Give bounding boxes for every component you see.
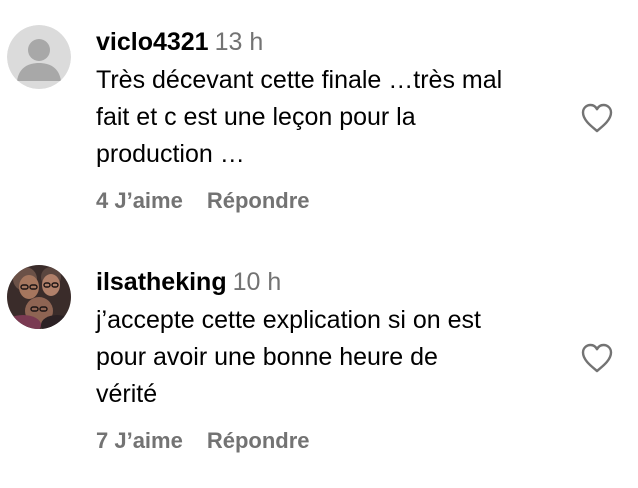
comment-timestamp: 10 h [232,268,282,296]
likes-count-link[interactable]: 4 J’aime [96,188,183,213]
comment-text-line: vérité [96,380,158,408]
profile-photo [7,265,71,329]
avatar[interactable] [7,25,71,89]
comment-text-line: pour avoir une bonne heure de [96,343,438,371]
comment-actions: 7 J’aime Répondre [96,428,310,454]
comment-text-line: fait et c est une leçon pour la [96,103,416,131]
username-link[interactable]: ilsatheking [96,268,227,296]
comment-body: viclo4321 13 h Très décevant cette finale… [96,22,576,173]
reply-button[interactable]: Répondre [207,428,310,453]
comment-header: viclo4321 13 h [96,22,576,62]
heart-outline-icon [581,343,613,373]
like-button[interactable] [580,102,614,134]
reply-button[interactable]: Répondre [207,188,310,213]
comment-text: Très décevant cette finale …très mal fai… [96,62,576,173]
username-link[interactable]: viclo4321 [96,28,209,56]
heart-outline-icon [581,103,613,133]
comment-body: ilsatheking 10 h j’accepte cette explicat… [96,262,576,413]
like-button[interactable] [580,342,614,374]
comment-text-line: j’accepte cette explication si on est [96,306,481,334]
comment-timestamp: 13 h [214,28,264,56]
comment-text: j’accepte cette explication si on est po… [96,302,576,413]
avatar[interactable] [7,265,71,329]
comment-text-line: production … [96,140,245,168]
likes-count-link[interactable]: 7 J’aime [96,428,183,453]
comment-header: ilsatheking 10 h [96,262,576,302]
default-avatar-icon [7,25,71,89]
comment-text-line: Très décevant cette finale …très mal [96,66,503,94]
comment-actions: 4 J’aime Répondre [96,188,310,214]
